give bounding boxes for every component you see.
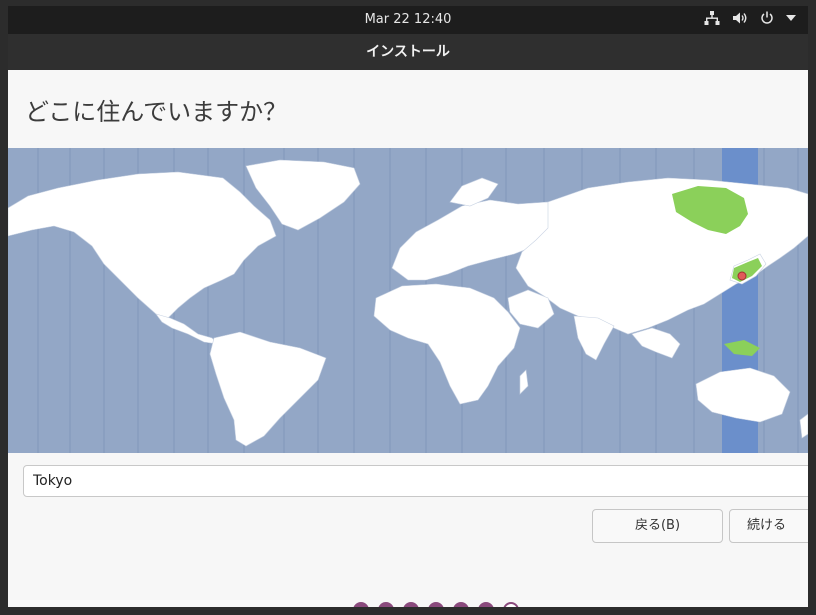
location-marker-icon[interactable] bbox=[737, 271, 747, 281]
installer-window: インストール どこに住んでいますか？ Tokyo 戻る(B) 続ける bbox=[8, 34, 808, 607]
volume-icon[interactable] bbox=[732, 11, 748, 25]
timezone-map[interactable] bbox=[8, 148, 808, 453]
back-button[interactable]: 戻る(B) bbox=[592, 509, 723, 543]
progress-dot bbox=[478, 602, 494, 607]
power-icon[interactable] bbox=[760, 11, 774, 25]
page-heading: どこに住んでいますか？ bbox=[25, 98, 288, 126]
progress-dot bbox=[453, 602, 469, 607]
progress-dot bbox=[378, 602, 394, 607]
clock[interactable]: Mar 22 12:40 bbox=[8, 12, 808, 27]
progress-dot bbox=[428, 602, 444, 607]
top-bar: Mar 22 12:40 bbox=[8, 6, 808, 34]
progress-dot bbox=[403, 602, 419, 607]
progress-dot bbox=[353, 602, 369, 607]
progress-dots bbox=[353, 602, 519, 607]
window-title: インストール bbox=[8, 34, 808, 70]
chevron-down-icon[interactable] bbox=[786, 15, 796, 21]
system-tray[interactable] bbox=[704, 11, 796, 25]
progress-dot-current bbox=[503, 602, 519, 607]
location-input[interactable] bbox=[23, 465, 808, 497]
world-map[interactable] bbox=[8, 148, 808, 453]
continue-button[interactable]: 続ける bbox=[729, 509, 808, 543]
network-icon[interactable] bbox=[704, 11, 720, 25]
